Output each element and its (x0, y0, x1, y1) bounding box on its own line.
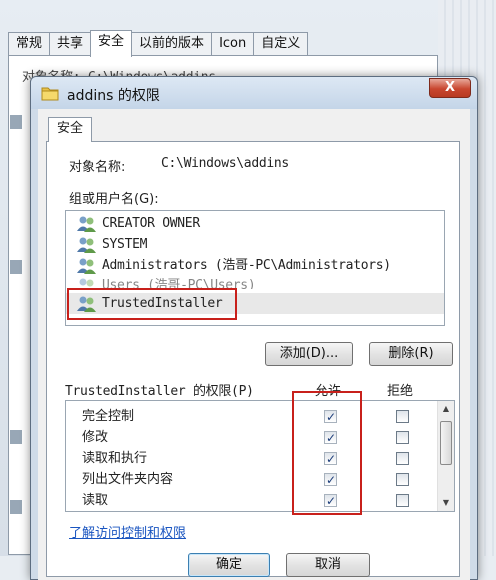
deny-checkbox[interactable] (396, 494, 409, 507)
help-link[interactable]: 了解访问控制和权限 (69, 522, 186, 541)
users-icon (79, 278, 94, 289)
table-row: 修改 (66, 427, 438, 449)
permission-name: 读取和执行 (82, 451, 148, 466)
user-name: TrustedInstaller (102, 296, 223, 311)
list-item[interactable]: SYSTEM (66, 234, 444, 255)
deny-column-header: 拒绝 (387, 384, 414, 399)
users-icon (77, 296, 96, 312)
permissions-table: 完全控制 修改 读取和执行 列出文件夹内容 (65, 400, 455, 512)
background-fragment (10, 115, 22, 129)
object-name-label: 对象名称: (69, 160, 126, 175)
allow-checkbox[interactable] (324, 491, 337, 511)
allow-checkbox[interactable] (324, 428, 337, 449)
list-item[interactable]: Administrators (浩哥-PC\Administrators) (66, 255, 444, 276)
deny-checkbox[interactable] (396, 452, 409, 465)
dialog-client-area: 安全 对象名称: C:\Windows\addins 组或用户名(G): CRE… (38, 109, 470, 580)
bg-tab-icon[interactable]: Icon (211, 32, 255, 56)
list-item[interactable]: CREATOR OWNER (66, 213, 444, 234)
allow-checkbox[interactable] (324, 470, 337, 491)
add-button[interactable]: 添加(D)... (265, 342, 353, 366)
ok-button[interactable]: 确定 (188, 553, 270, 577)
bg-tab-customize[interactable]: 自定义 (253, 32, 309, 56)
permission-name: 列出文件夹内容 (82, 472, 174, 487)
bg-tab-general[interactable]: 常规 (8, 32, 51, 56)
allow-checkbox[interactable] (324, 407, 337, 428)
table-row: 列出文件夹内容 (66, 469, 438, 491)
table-row: 读取和执行 (66, 448, 438, 470)
dialog-titlebar[interactable]: addins 的权限 X (31, 77, 477, 109)
scroll-thumb[interactable] (440, 421, 452, 465)
users-icon (77, 216, 96, 232)
users-icon (77, 258, 96, 274)
security-tab-page: 对象名称: C:\Windows\addins 组或用户名(G): CREATO… (46, 141, 460, 577)
permission-name: 读取 (82, 493, 109, 508)
deny-checkbox[interactable] (396, 473, 409, 486)
permissions-dialog: addins 的权限 X 安全 对象名称: C:\Windows\addins … (30, 76, 478, 580)
user-name: SYSTEM (102, 237, 148, 252)
permission-name: 完全控制 (82, 409, 135, 424)
background-fragment (10, 430, 22, 444)
allow-checkbox[interactable] (324, 449, 337, 470)
table-row: 完全控制 (66, 406, 438, 428)
list-item[interactable]: Users (浩哥-PC\Users) (66, 275, 444, 289)
deny-checkbox[interactable] (396, 431, 409, 444)
folder-icon (41, 87, 59, 101)
background-tab-strip: 常规 共享 安全 以前的版本 Icon 自定义 (8, 30, 309, 57)
users-icon (77, 237, 96, 253)
remove-button[interactable]: 删除(R) (369, 342, 453, 366)
deny-checkbox[interactable] (396, 410, 409, 423)
table-row: 读取 (66, 490, 438, 511)
bg-tab-previous-versions[interactable]: 以前的版本 (131, 32, 213, 56)
allow-column-header: 允许 (315, 384, 342, 399)
background-fragment (10, 500, 22, 514)
scroll-up-arrow-icon[interactable]: ▲ (438, 401, 454, 417)
user-name: CREATOR OWNER (102, 216, 200, 231)
tab-security[interactable]: 安全 (48, 117, 92, 142)
dialog-title: addins 的权限 (67, 88, 160, 104)
user-list[interactable]: CREATOR OWNER SYSTEM Administrators (浩哥-… (65, 210, 445, 326)
permissions-scrollbar[interactable]: ▲ ▼ (437, 401, 454, 511)
scroll-down-arrow-icon[interactable]: ▼ (438, 495, 454, 511)
user-name: Administrators (浩哥-PC\Administrators) (102, 258, 391, 273)
background-fragment (10, 260, 22, 274)
list-item-selected[interactable]: TrustedInstaller (66, 293, 444, 314)
permission-name: 修改 (82, 430, 109, 445)
bg-tab-sharing[interactable]: 共享 (49, 32, 92, 56)
cancel-button[interactable]: 取消 (286, 553, 370, 577)
group-user-label: 组或用户名(G): (69, 192, 159, 207)
permissions-label: TrustedInstaller 的权限(P) (65, 384, 254, 399)
close-button[interactable]: X (429, 78, 471, 98)
user-name: Users (浩哥-PC\Users) (102, 278, 256, 289)
bg-tab-security[interactable]: 安全 (90, 30, 133, 57)
object-path: C:\Windows\addins (161, 156, 289, 171)
